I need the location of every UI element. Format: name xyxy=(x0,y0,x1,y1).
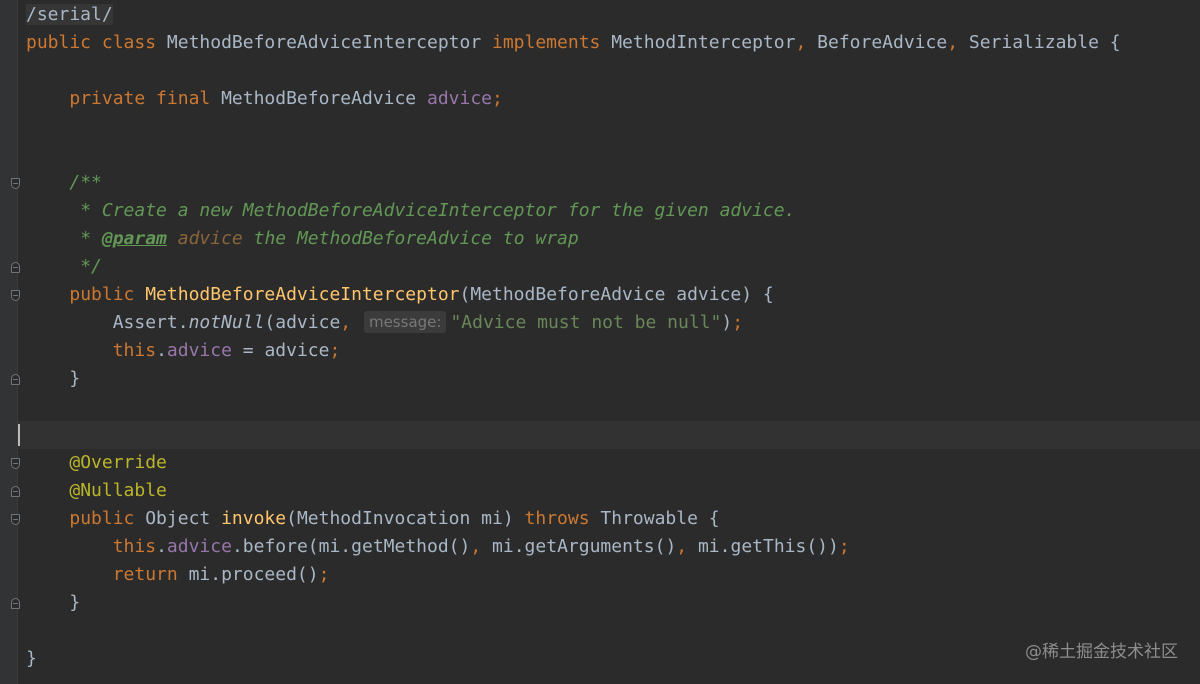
keyword: public xyxy=(69,508,146,529)
text-caret xyxy=(18,424,20,446)
code-line: } xyxy=(26,365,1200,393)
watermark: @稀土掘金技术社区 xyxy=(1025,642,1178,662)
punctuation: , xyxy=(470,536,493,557)
fold-icon[interactable] xyxy=(11,486,20,497)
punctuation: , xyxy=(676,536,698,557)
type-name: MethodInterceptor xyxy=(611,32,796,53)
keyword: public class xyxy=(26,32,167,53)
code-line: this.advice.before(mi.getMethod(), mi.ge… xyxy=(26,533,1200,561)
code-line: } xyxy=(26,589,1200,617)
brace: } xyxy=(69,368,81,389)
arguments: (advice xyxy=(264,312,341,333)
parameter-hint: message: xyxy=(363,311,447,333)
field-name: advice xyxy=(166,340,232,361)
keyword: public xyxy=(69,284,146,305)
method-call: .before(mi.getMethod() xyxy=(231,536,471,557)
parameters: (MethodInvocation mi) xyxy=(286,508,525,529)
editor-gutter xyxy=(0,0,20,684)
doc-comment: the MethodBeforeAdvice to wrap xyxy=(242,228,579,249)
code-line: * @param advice the MethodBeforeAdvice t… xyxy=(26,225,1200,253)
method-call: mi.getThis()) xyxy=(697,536,839,557)
fold-icon[interactable] xyxy=(11,598,20,609)
brace: } xyxy=(69,592,81,613)
punctuation: , xyxy=(795,32,818,53)
fold-icon[interactable] xyxy=(11,458,20,469)
punctuation: ; xyxy=(838,536,850,557)
code-line: return mi.proceed(); xyxy=(26,561,1200,589)
annotation: @Nullable xyxy=(69,480,167,501)
type-name: Throwable { xyxy=(600,508,720,529)
code-line: * Create a new MethodBeforeAdviceInterce… xyxy=(26,197,1200,225)
punctuation: . xyxy=(156,340,167,361)
code-line: } xyxy=(26,645,1200,673)
code-line: public Object invoke(MethodInvocation mi… xyxy=(26,505,1200,533)
punctuation: ) xyxy=(721,312,733,333)
type-name: Serializable { xyxy=(968,32,1121,53)
field-name: advice xyxy=(426,88,493,109)
constructor-name: MethodBeforeAdviceInterceptor xyxy=(145,284,460,305)
doc-comment: /** xyxy=(69,172,102,193)
code-line: public MethodBeforeAdviceInterceptor(Met… xyxy=(26,281,1200,309)
code-line: @Nullable xyxy=(26,477,1200,505)
punctuation: ; xyxy=(732,312,744,333)
punctuation: . xyxy=(156,536,167,557)
code-line: this.advice = advice; xyxy=(26,337,1200,365)
code-area[interactable]: /serial/ public class MethodBeforeAdvice… xyxy=(18,1,1200,673)
type-name: Object xyxy=(145,508,222,529)
path-comment: /serial/ xyxy=(26,4,113,25)
field-name: advice xyxy=(166,536,232,557)
punctuation: ; xyxy=(492,88,503,109)
keyword: return xyxy=(112,564,189,585)
doc-comment: */ xyxy=(69,256,102,277)
punctuation: , xyxy=(947,32,969,53)
method-name: invoke xyxy=(221,508,287,529)
assignment: = advice xyxy=(231,340,330,361)
brace: } xyxy=(26,648,37,669)
code-line: /** xyxy=(26,169,1200,197)
code-line: public class MethodBeforeAdviceIntercept… xyxy=(26,29,1200,57)
method-call: mi.getArguments() xyxy=(492,536,677,557)
type-name: MethodBeforeAdvice xyxy=(221,88,427,109)
current-line[interactable] xyxy=(18,421,1200,449)
doc-comment: * xyxy=(69,228,102,249)
punctuation: , xyxy=(340,312,362,333)
code-line: private final MethodBeforeAdvice advice; xyxy=(26,85,1200,113)
keyword: this xyxy=(112,536,157,557)
code-editor[interactable]: /serial/ public class MethodBeforeAdvice… xyxy=(0,0,1200,684)
method-call: mi.proceed() xyxy=(188,564,319,585)
fold-icon[interactable] xyxy=(11,374,20,385)
punctuation: ; xyxy=(329,340,341,361)
code-line: */ xyxy=(26,253,1200,281)
fold-icon[interactable] xyxy=(11,290,20,301)
class-ref: Assert. xyxy=(112,312,189,333)
class-name: MethodBeforeAdviceInterceptor xyxy=(166,32,492,53)
type-name: BeforeAdvice xyxy=(817,32,948,53)
doc-param: advice xyxy=(166,228,243,249)
keyword: private final xyxy=(69,88,222,109)
keyword: implements xyxy=(492,32,612,53)
doc-comment: * Create a new MethodBeforeAdviceInterce… xyxy=(69,200,796,221)
keyword: throws xyxy=(524,508,601,529)
string-literal: "Advice must not be null" xyxy=(450,312,722,333)
method-call: notNull xyxy=(188,312,265,333)
fold-icon[interactable] xyxy=(11,514,20,525)
doc-tag: @param xyxy=(101,228,167,249)
annotation: @Override xyxy=(69,452,167,473)
punctuation: ; xyxy=(318,564,330,585)
code-line: @Override xyxy=(26,449,1200,477)
fold-icon[interactable] xyxy=(11,178,20,189)
parameters: (MethodBeforeAdvice advice) { xyxy=(459,284,774,305)
keyword: this xyxy=(112,340,157,361)
code-line: Assert.notNull(advice, message: "Advice m… xyxy=(26,309,1200,337)
code-line: /serial/ xyxy=(26,1,1200,29)
fold-icon[interactable] xyxy=(11,262,20,273)
